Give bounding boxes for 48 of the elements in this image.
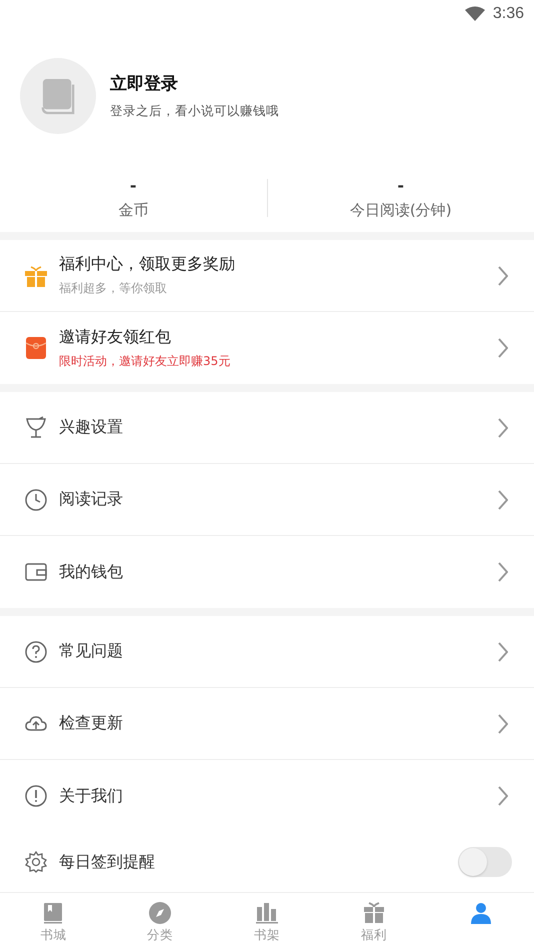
stat-value: - bbox=[397, 176, 404, 195]
login-title[interactable]: 立即登录 bbox=[110, 72, 279, 95]
menu-row[interactable]: 常见问题 bbox=[0, 616, 534, 688]
gift-icon bbox=[24, 264, 48, 288]
chevron-icon bbox=[498, 562, 508, 582]
help-icon bbox=[24, 640, 48, 664]
menu-row[interactable]: 关于我们 bbox=[0, 760, 534, 832]
menu-row[interactable]: 我的钱包 bbox=[0, 536, 534, 608]
clock-icon bbox=[24, 488, 48, 512]
stat-value: - bbox=[130, 176, 137, 195]
login-subtitle: 登录之后，看小说可以赚钱哦 bbox=[110, 103, 279, 120]
promo-title: 福利中心，领取更多奖励 bbox=[59, 254, 236, 275]
gift-icon bbox=[362, 901, 386, 925]
menu-row[interactable]: 检查更新 bbox=[0, 688, 534, 760]
chevron-icon bbox=[498, 786, 508, 806]
menu-label: 关于我们 bbox=[59, 786, 124, 806]
chevron-icon bbox=[498, 642, 508, 662]
compass-icon bbox=[148, 901, 172, 925]
stat-label: 今日阅读(分钟) bbox=[350, 201, 452, 220]
envelope-icon bbox=[24, 336, 48, 360]
chevron-icon bbox=[498, 714, 508, 734]
menu-label: 兴趣设置 bbox=[59, 417, 124, 438]
menu-label: 阅读记录 bbox=[59, 489, 124, 510]
menu-label: 检查更新 bbox=[59, 713, 124, 734]
stat-label: 金币 bbox=[118, 201, 148, 220]
book-icon bbox=[41, 77, 75, 115]
promo-subtitle: 限时活动，邀请好友立即赚35元 bbox=[59, 352, 232, 370]
menu-row[interactable]: 兴趣设置 bbox=[0, 392, 534, 464]
menu-label: 我的钱包 bbox=[59, 562, 124, 582]
glass-icon bbox=[24, 416, 48, 440]
chevron-icon bbox=[498, 266, 508, 286]
promo-row[interactable]: 邀请好友领红包 限时活动，邀请好友立即赚35元 bbox=[0, 312, 534, 384]
promo-title: 邀请好友领红包 bbox=[59, 326, 172, 348]
user-icon bbox=[468, 901, 493, 925]
wifi-icon bbox=[464, 6, 485, 22]
promo-row[interactable]: 福利中心，领取更多奖励 福利超多，等你领取 bbox=[0, 240, 534, 312]
chevron-icon bbox=[498, 338, 508, 358]
bookshelf-icon bbox=[254, 901, 279, 925]
alert-icon bbox=[24, 784, 48, 808]
promo-subtitle: 福利超多，等你领取 bbox=[59, 280, 168, 297]
status-time: 3:36 bbox=[492, 5, 524, 23]
menu-row[interactable]: 阅读记录 bbox=[0, 464, 534, 536]
chevron-icon bbox=[498, 490, 508, 510]
menu-label: 常见问题 bbox=[59, 641, 124, 662]
toggle-switch[interactable] bbox=[458, 847, 512, 877]
chevron-icon bbox=[498, 418, 508, 438]
settings-icon bbox=[24, 850, 48, 874]
menu-label: 每日签到提醒 bbox=[59, 852, 156, 872]
